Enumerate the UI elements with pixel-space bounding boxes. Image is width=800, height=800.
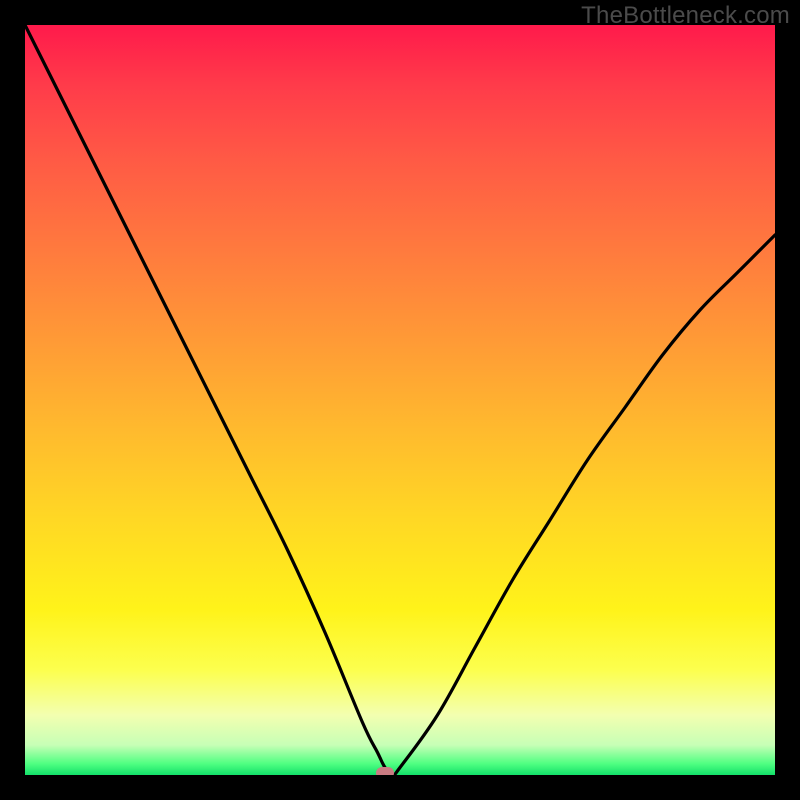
optimal-point-marker: [376, 767, 394, 775]
bottleneck-curve: [25, 25, 775, 775]
plot-area: [25, 25, 775, 775]
watermark-text: TheBottleneck.com: [581, 2, 790, 30]
chart-frame: TheBottleneck.com: [0, 0, 800, 800]
